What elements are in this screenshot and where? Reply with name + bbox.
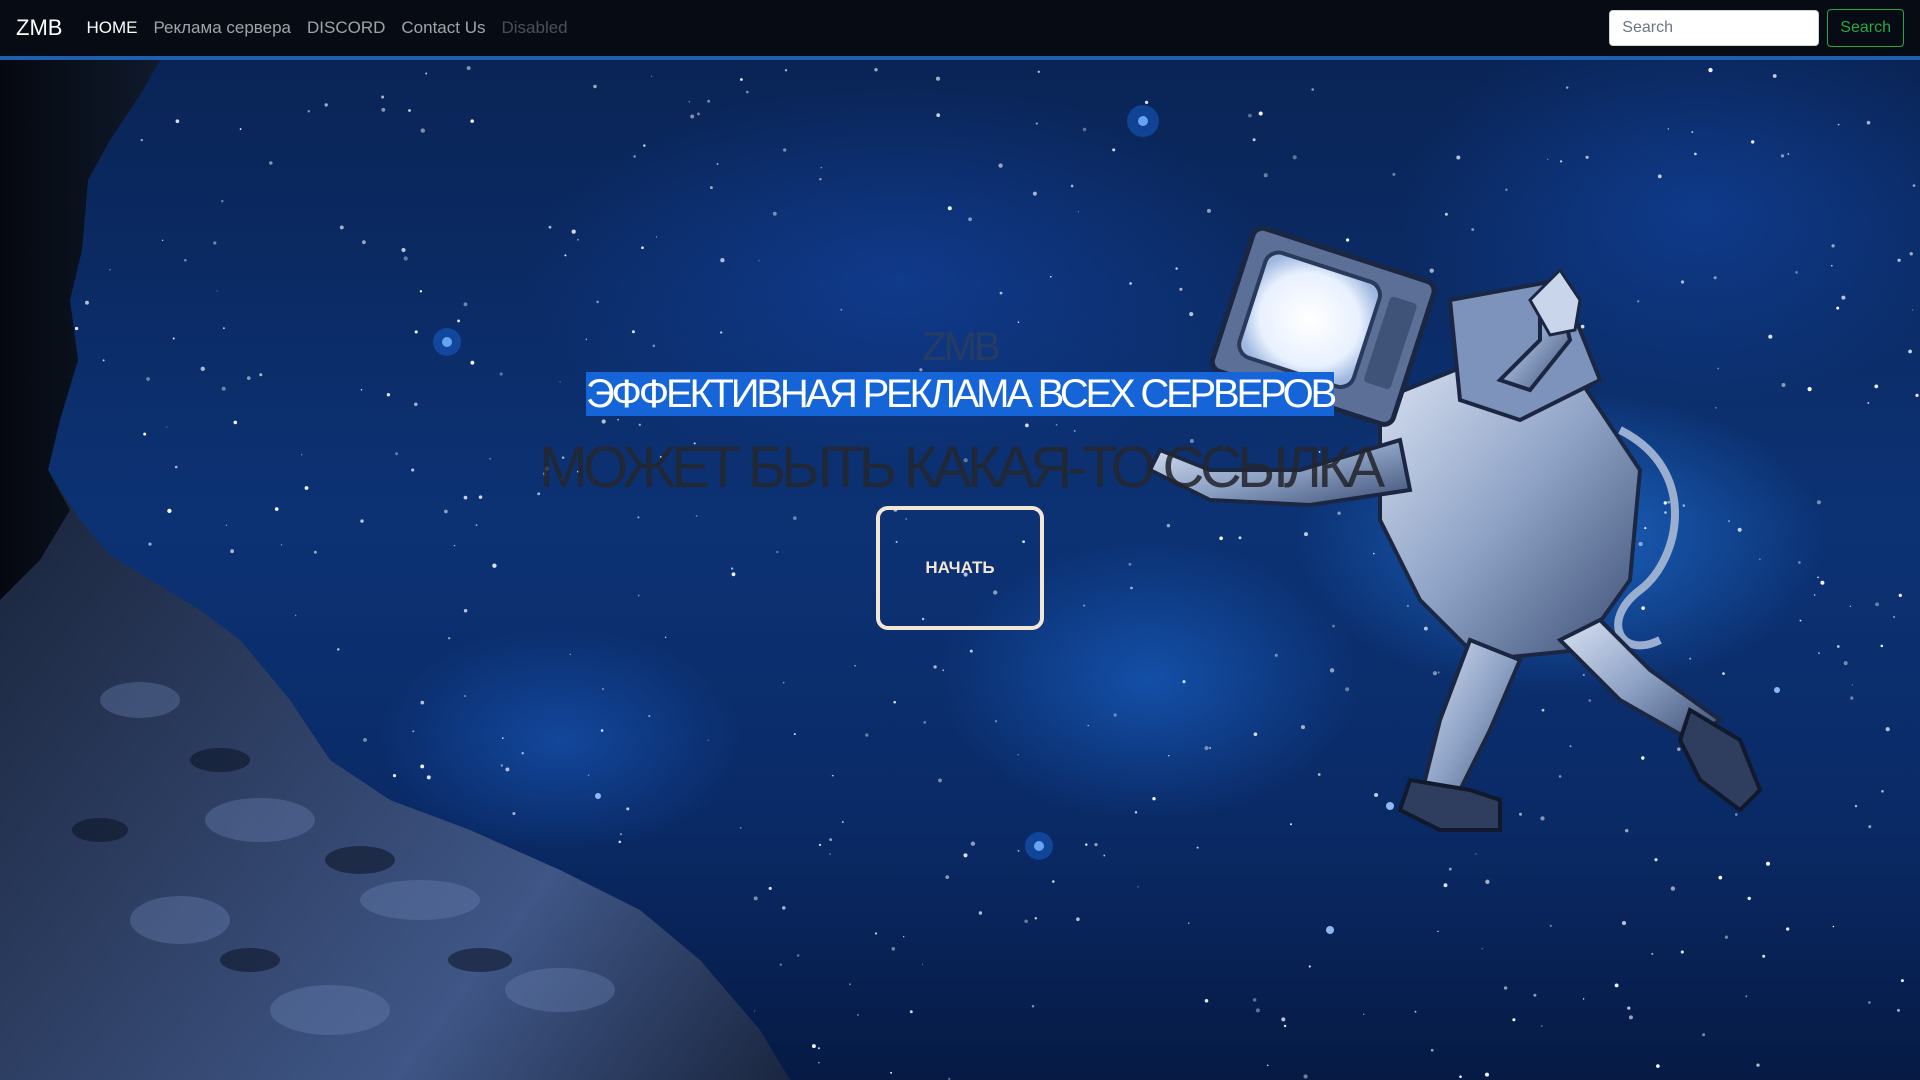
top-navbar: ZMB HOME Реклама сервера DISCORD Contact… — [0, 0, 1920, 60]
search-input[interactable] — [1609, 10, 1820, 46]
hero-subtitle-link[interactable]: МОЖЕТ БЫТЬ КАКАЯ-ТО ССЫЛКА — [0, 434, 1920, 501]
nav-link-home[interactable]: HOME — [86, 18, 137, 38]
brand-logo[interactable]: ZMB — [16, 15, 62, 41]
search-button[interactable]: Search — [1827, 9, 1904, 47]
hero-title: ЭФФЕКТИВНАЯ РЕКЛАМА ВСЕХ СЕРВЕРОВ — [586, 372, 1337, 416]
nav-link-contact[interactable]: Contact Us — [401, 18, 485, 38]
nav-links: HOME Реклама сервера DISCORD Contact Us … — [86, 18, 583, 38]
nav-link-disabled: Disabled — [501, 18, 568, 37]
hero-small-heading: ZMB — [922, 325, 1000, 369]
landing-page: ZMB HOME Реклама сервера DISCORD Contact… — [0, 0, 1920, 1080]
start-button[interactable]: НАЧАТЬ — [876, 506, 1044, 630]
nav-link-server-ads[interactable]: Реклама сервера — [153, 18, 291, 38]
hero-title-container: ЭФФЕКТИВНАЯ РЕКЛАМА ВСЕХ СЕРВЕРОВ — [0, 372, 1920, 416]
nav-link-discord[interactable]: DISCORD — [307, 18, 385, 38]
search-form: Search — [1609, 9, 1904, 47]
